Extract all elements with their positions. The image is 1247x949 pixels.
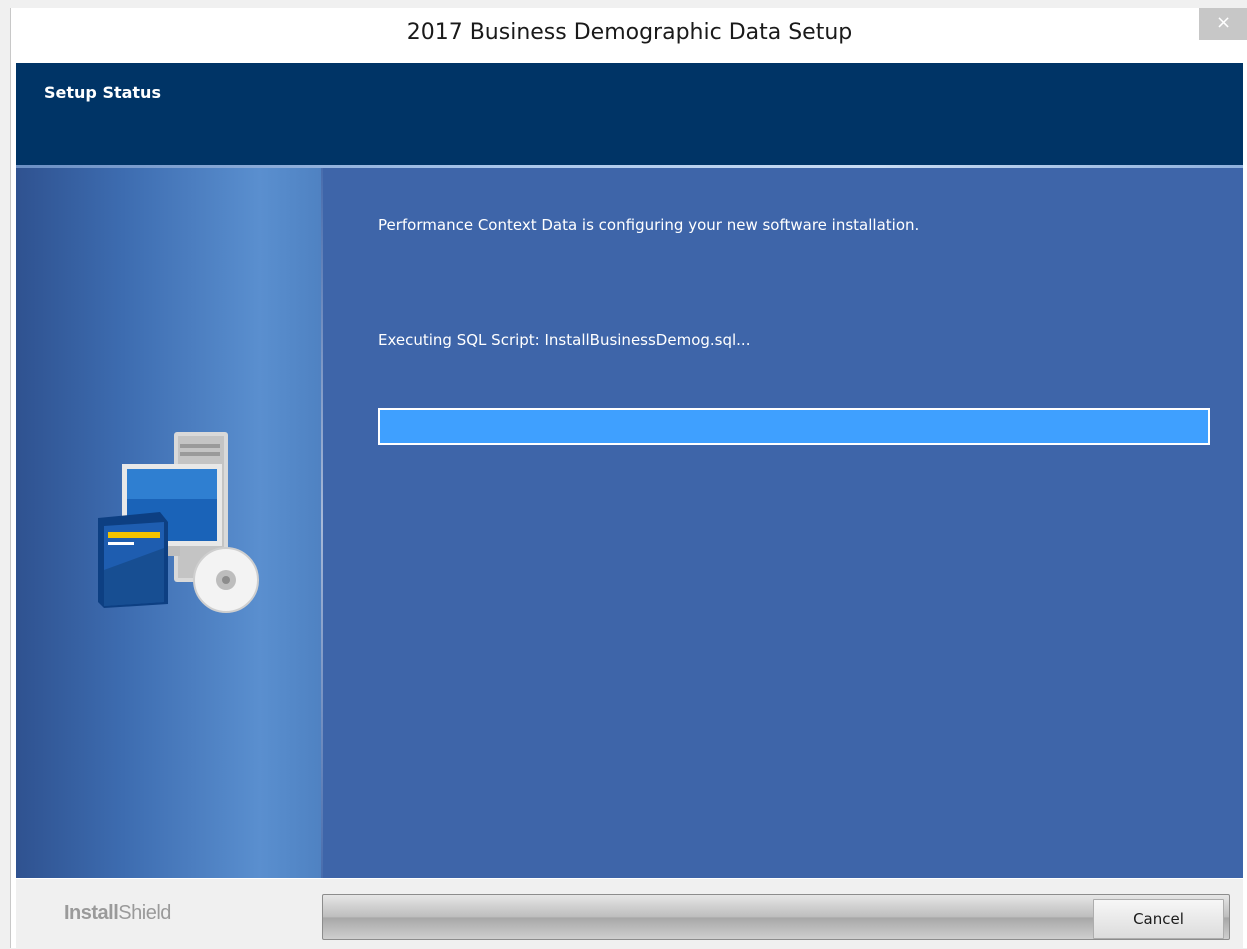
brand-part-1: Install [64, 902, 119, 924]
panel-divider [321, 168, 323, 878]
page-title: Setup Status [44, 83, 161, 102]
action-text: Executing SQL Script: InstallBusinessDem… [378, 331, 751, 349]
computer-setup-icon [80, 430, 270, 619]
setup-window: 2017 Business Demographic Data Setup × S… [10, 8, 1247, 949]
title-bar: 2017 Business Demographic Data Setup × [11, 8, 1247, 63]
installshield-logo: InstallShield [64, 902, 171, 925]
progress-fill [380, 410, 1208, 443]
content-area: Performance Context Data is configuring … [16, 168, 1243, 878]
close-button[interactable]: × [1199, 8, 1247, 40]
footer: InstallShield Cancel [16, 878, 1243, 949]
status-text: Performance Context Data is configuring … [378, 216, 920, 234]
brand-part-2: Shield [118, 902, 171, 924]
close-icon: × [1215, 12, 1232, 33]
side-panel [16, 168, 321, 878]
progress-bar [378, 408, 1210, 445]
window-title: 2017 Business Demographic Data Setup [406, 20, 853, 45]
cancel-button[interactable]: Cancel [1093, 899, 1224, 939]
header-band: Setup Status [16, 63, 1243, 165]
